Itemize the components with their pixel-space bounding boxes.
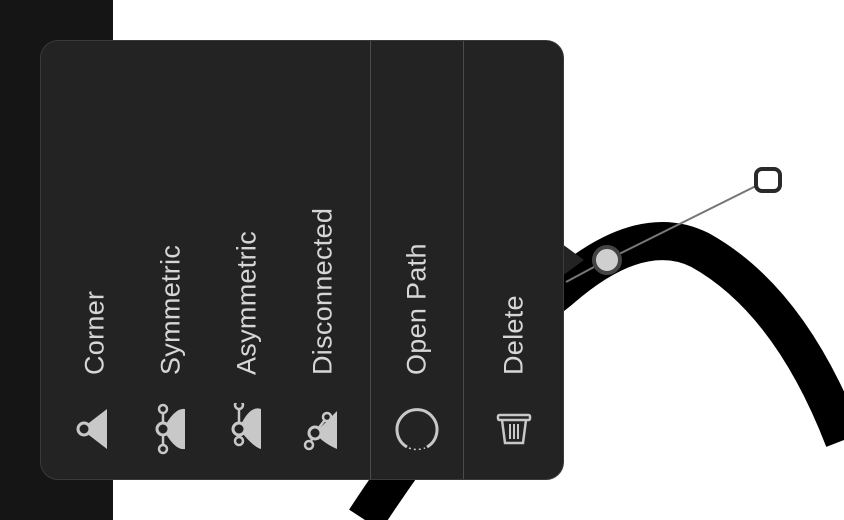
- menu-item-label: Delete: [498, 295, 529, 375]
- menu-item-delete[interactable]: Delete: [464, 41, 564, 479]
- menu-item-asymmetric[interactable]: Asymmetric: [209, 41, 285, 479]
- anchor-node[interactable]: [592, 245, 622, 275]
- asymmetric-node-icon: [231, 403, 261, 449]
- menu-item-open-path[interactable]: Open Path: [371, 41, 463, 479]
- menu-item-label: Corner: [79, 290, 110, 375]
- disconnected-node-icon: [303, 411, 337, 451]
- corner-node-icon: [76, 409, 107, 449]
- node-context-menu: Corner Symmetric Asymmetric Disconnected…: [40, 40, 564, 480]
- menu-item-symmetric[interactable]: Symmetric: [133, 41, 209, 479]
- menu-item-label: Disconnected: [307, 207, 338, 375]
- open-path-icon: [395, 408, 439, 451]
- menu-item-label: Asymmetric: [231, 231, 262, 375]
- menu-item-label: Symmetric: [155, 244, 186, 375]
- menu-item-corner[interactable]: Corner: [57, 41, 133, 479]
- symmetric-node-icon: [155, 403, 185, 455]
- menu-item-label: Open Path: [401, 243, 432, 375]
- bezier-handle-point[interactable]: [754, 167, 782, 193]
- trash-icon: [496, 413, 532, 445]
- menu-item-disconnected[interactable]: Disconnected: [285, 41, 361, 479]
